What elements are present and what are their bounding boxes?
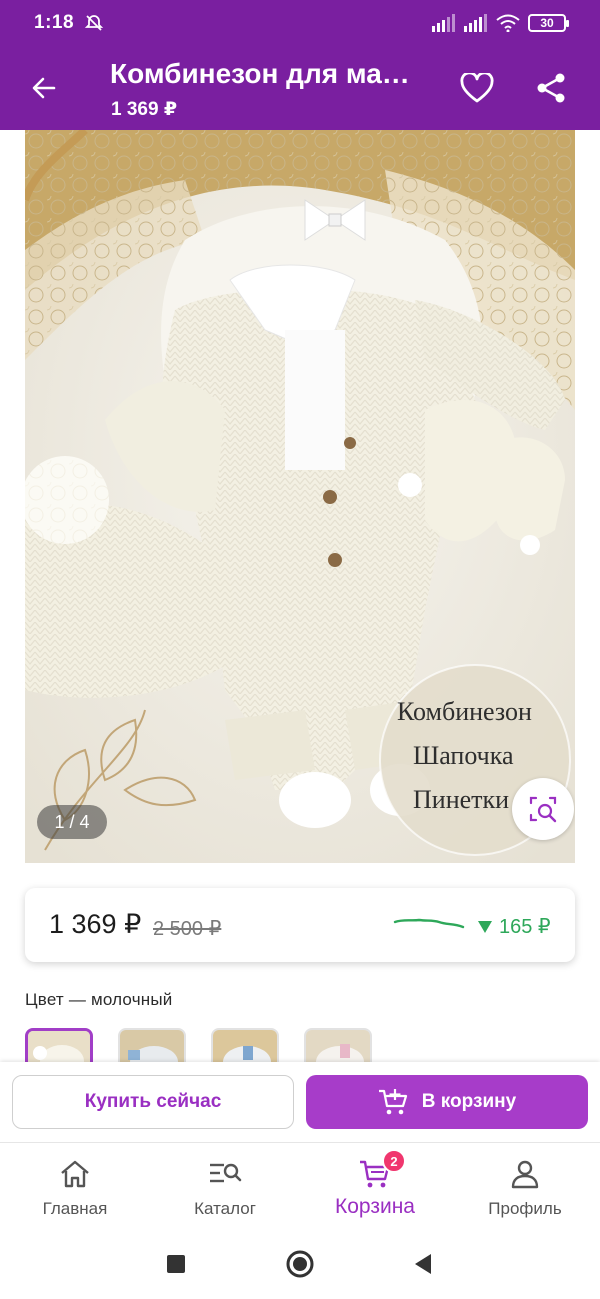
circle-icon xyxy=(286,1250,314,1278)
signal-icon xyxy=(432,14,455,32)
home-system-button[interactable] xyxy=(282,1246,318,1282)
cart-badge: 2 xyxy=(382,1149,406,1173)
cart-icon: 2 xyxy=(358,1149,406,1191)
visual-search-button[interactable] xyxy=(512,778,574,840)
cart-plus-icon xyxy=(378,1089,407,1115)
color-swatch[interactable] xyxy=(211,1028,279,1064)
home-icon xyxy=(58,1157,92,1191)
system-navigation-bar xyxy=(0,1228,600,1299)
app-bar: Комбинезон для ма… 1 369 ₽ xyxy=(0,46,600,130)
battery-icon: 30 xyxy=(528,14,569,32)
catalog-search-icon xyxy=(208,1157,242,1191)
share-button[interactable] xyxy=(529,66,573,110)
heart-icon xyxy=(460,73,494,103)
swatch-thumbnail xyxy=(28,1031,90,1064)
swatch-thumbnail xyxy=(120,1030,184,1064)
add-to-cart-button[interactable]: В корзину xyxy=(306,1075,588,1129)
product-image-gallery[interactable]: Комбинезон Шапочка Пинетки 1 / 4 xyxy=(25,130,575,863)
favorite-button[interactable] xyxy=(455,66,499,110)
status-icons: 30 xyxy=(432,14,569,32)
nav-label: Корзина xyxy=(335,1195,415,1218)
color-swatch[interactable] xyxy=(25,1028,93,1064)
back-button[interactable] xyxy=(22,66,66,110)
square-icon xyxy=(167,1255,185,1273)
color-swatches xyxy=(25,1028,585,1064)
add-to-cart-label: В корзину xyxy=(421,1091,517,1112)
nav-label: Профиль xyxy=(488,1199,562,1218)
signal-icon xyxy=(464,14,487,32)
status-time: 1:18 xyxy=(34,12,75,33)
recents-button[interactable] xyxy=(158,1246,194,1282)
product-title: Комбинезон для ма… xyxy=(110,58,410,89)
nav-label: Главная xyxy=(42,1199,108,1218)
nav-profile[interactable]: Профиль xyxy=(450,1143,600,1229)
image-counter: 1 / 4 xyxy=(37,805,107,839)
swatch-thumbnail xyxy=(213,1030,277,1064)
triangle-back-icon xyxy=(415,1254,431,1274)
nav-catalog[interactable]: Каталог xyxy=(150,1143,300,1229)
arrow-back-icon xyxy=(32,77,56,99)
buy-now-button[interactable]: Купить сейчас xyxy=(12,1075,294,1129)
triangle-down-icon xyxy=(478,920,492,933)
old-price: 2 500 ₽ xyxy=(153,918,222,940)
profile-icon xyxy=(508,1157,542,1191)
nav-cart[interactable]: 2 Корзина xyxy=(300,1143,450,1229)
caption-line: Комбинезон xyxy=(397,697,532,726)
nav-label: Каталог xyxy=(194,1199,256,1218)
color-label: Цвет — молочный xyxy=(25,990,173,1009)
price-drop-value: 165 ₽ xyxy=(499,916,551,938)
dnd-off-icon xyxy=(84,15,104,31)
price-drop: 165 ₽ xyxy=(477,914,551,939)
status-bar: 1:18 30 xyxy=(0,0,600,46)
purchase-bar: Купить сейчас В корзину xyxy=(0,1062,600,1142)
product-screen: 1:18 30 Комбинезон для ма… 1 369 ₽ Комби… xyxy=(0,0,600,1299)
share-icon xyxy=(537,73,565,103)
color-swatch[interactable] xyxy=(304,1028,372,1064)
price-card[interactable]: 1 369 ₽ 2 500 ₽ 165 ₽ xyxy=(25,888,575,962)
bottom-navigation: Главная Каталог 2 Корзина Профиль xyxy=(0,1142,600,1228)
caption-line: Шапочка xyxy=(413,741,514,770)
current-price: 1 369 ₽ xyxy=(49,909,142,939)
header-price: 1 369 ₽ xyxy=(111,99,178,120)
wifi-icon xyxy=(496,14,520,32)
color-swatch[interactable] xyxy=(118,1028,186,1064)
swatch-thumbnail xyxy=(306,1030,370,1064)
back-system-button[interactable] xyxy=(405,1246,441,1282)
visual-search-icon xyxy=(529,796,557,823)
nav-home[interactable]: Главная xyxy=(0,1143,150,1229)
price-history-chart-icon xyxy=(393,918,465,929)
battery-level: 30 xyxy=(540,16,554,30)
